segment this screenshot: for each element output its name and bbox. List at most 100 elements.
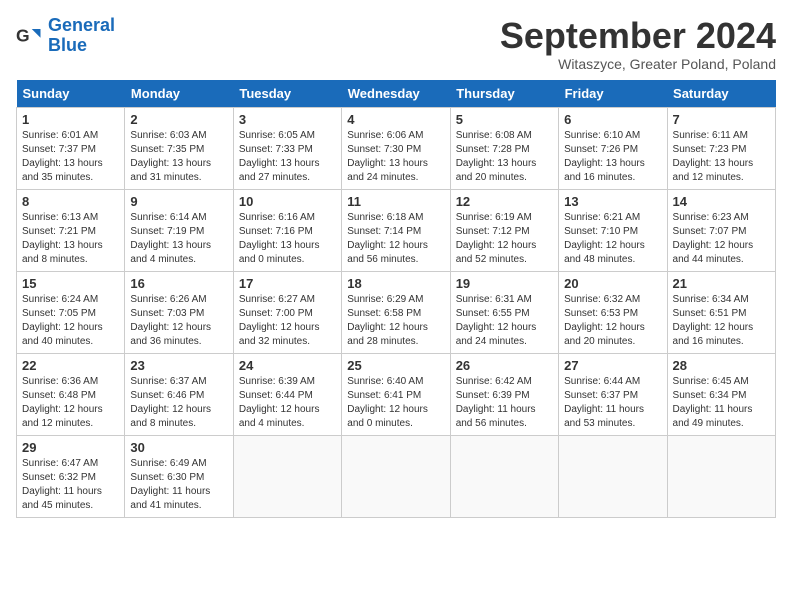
day-info: Sunrise: 6:16 AM Sunset: 7:16 PM Dayligh…: [239, 211, 336, 267]
col-tuesday: Tuesday: [233, 80, 341, 108]
day-info: Sunrise: 6:06 AM Sunset: 7:30 PM Dayligh…: [347, 129, 444, 185]
day-info: Sunrise: 6:23 AM Sunset: 7:07 PM Dayligh…: [673, 211, 770, 267]
day-info: Sunrise: 6:13 AM Sunset: 7:21 PM Dayligh…: [22, 211, 119, 267]
day-number: 13: [564, 194, 661, 209]
logo-icon: G: [16, 22, 44, 50]
day-cell: 9 Sunrise: 6:14 AM Sunset: 7:19 PM Daylig…: [125, 189, 233, 271]
title-block: September 2024 Witaszyce, Greater Poland…: [500, 16, 776, 72]
day-cell: 19Sunrise: 6:31 AM Sunset: 6:55 PM Dayli…: [450, 271, 558, 353]
day-number: 6: [564, 112, 661, 127]
day-info: Sunrise: 6:11 AM Sunset: 7:23 PM Dayligh…: [673, 129, 770, 185]
day-cell: 8 Sunrise: 6:13 AM Sunset: 7:21 PM Daylig…: [17, 189, 125, 271]
day-info: Sunrise: 6:21 AM Sunset: 7:10 PM Dayligh…: [564, 211, 661, 267]
day-number: 21: [673, 276, 770, 291]
day-info: Sunrise: 6:19 AM Sunset: 7:12 PM Dayligh…: [456, 211, 553, 267]
day-number: 14: [673, 194, 770, 209]
week-row-5: 29Sunrise: 6:47 AM Sunset: 6:32 PM Dayli…: [17, 435, 776, 517]
day-number: 4: [347, 112, 444, 127]
day-cell: 21 Sunrise: 6:34 AM Sunset: 6:51 PM Dayli…: [667, 271, 775, 353]
day-number: 11: [347, 194, 444, 209]
day-number: 16: [130, 276, 227, 291]
day-cell: 7 Sunrise: 6:11 AM Sunset: 7:23 PM Daylig…: [667, 107, 775, 189]
day-cell: 11 Sunrise: 6:18 AM Sunset: 7:14 PM Dayli…: [342, 189, 450, 271]
day-cell: [342, 435, 450, 517]
day-number: 9: [130, 194, 227, 209]
day-info: Sunrise: 6:14 AM Sunset: 7:19 PM Dayligh…: [130, 211, 227, 267]
day-number: 1: [22, 112, 119, 127]
day-cell: [559, 435, 667, 517]
day-info: Sunrise: 6:42 AM Sunset: 6:39 PM Dayligh…: [456, 375, 553, 431]
col-thursday: Thursday: [450, 80, 558, 108]
day-info: Sunrise: 6:34 AM Sunset: 6:51 PM Dayligh…: [673, 293, 770, 349]
day-number: 2: [130, 112, 227, 127]
day-number: 10: [239, 194, 336, 209]
day-info: Sunrise: 6:49 AM Sunset: 6:30 PM Dayligh…: [130, 457, 227, 513]
day-number: 25: [347, 358, 444, 373]
day-number: 5: [456, 112, 553, 127]
day-cell: [667, 435, 775, 517]
day-cell: 1 Sunrise: 6:01 AM Sunset: 7:37 PM Daylig…: [17, 107, 125, 189]
day-cell: 6 Sunrise: 6:10 AM Sunset: 7:26 PM Daylig…: [559, 107, 667, 189]
day-number: 15: [22, 276, 119, 291]
day-info: Sunrise: 6:27 AM Sunset: 7:00 PM Dayligh…: [239, 293, 336, 349]
day-cell: 25 Sunrise: 6:40 AM Sunset: 6:41 PM Dayli…: [342, 353, 450, 435]
day-info: Sunrise: 6:37 AM Sunset: 6:46 PM Dayligh…: [130, 375, 227, 431]
day-cell: 30 Sunrise: 6:49 AM Sunset: 6:30 PM Dayli…: [125, 435, 233, 517]
day-info: Sunrise: 6:45 AM Sunset: 6:34 PM Dayligh…: [673, 375, 770, 431]
day-info: Sunrise: 6:18 AM Sunset: 7:14 PM Dayligh…: [347, 211, 444, 267]
day-cell: 5Sunrise: 6:08 AM Sunset: 7:28 PM Daylig…: [450, 107, 558, 189]
day-info: Sunrise: 6:44 AM Sunset: 6:37 PM Dayligh…: [564, 375, 661, 431]
day-cell: 22 Sunrise: 6:36 AM Sunset: 6:48 PM Dayli…: [17, 353, 125, 435]
day-cell: 3Sunrise: 6:05 AM Sunset: 7:33 PM Daylig…: [233, 107, 341, 189]
day-cell: 15 Sunrise: 6:24 AM Sunset: 7:05 PM Dayli…: [17, 271, 125, 353]
day-info: Sunrise: 6:36 AM Sunset: 6:48 PM Dayligh…: [22, 375, 119, 431]
day-number: 22: [22, 358, 119, 373]
day-cell: 23 Sunrise: 6:37 AM Sunset: 6:46 PM Dayli…: [125, 353, 233, 435]
week-row-3: 15 Sunrise: 6:24 AM Sunset: 7:05 PM Dayli…: [17, 271, 776, 353]
header-row: Sunday Monday Tuesday Wednesday Thursday…: [17, 80, 776, 108]
logo-text: General Blue: [48, 16, 115, 56]
day-number: 17: [239, 276, 336, 291]
day-cell: 10 Sunrise: 6:16 AM Sunset: 7:16 PM Dayli…: [233, 189, 341, 271]
day-cell: 12Sunrise: 6:19 AM Sunset: 7:12 PM Dayli…: [450, 189, 558, 271]
day-info: Sunrise: 6:26 AM Sunset: 7:03 PM Dayligh…: [130, 293, 227, 349]
day-number: 7: [673, 112, 770, 127]
col-friday: Friday: [559, 80, 667, 108]
day-number: 30: [130, 440, 227, 455]
day-number: 26: [456, 358, 553, 373]
day-cell: [450, 435, 558, 517]
day-info: Sunrise: 6:01 AM Sunset: 7:37 PM Dayligh…: [22, 129, 119, 185]
logo: G General Blue: [16, 16, 115, 56]
day-cell: 16 Sunrise: 6:26 AM Sunset: 7:03 PM Dayli…: [125, 271, 233, 353]
day-cell: 2Sunrise: 6:03 AM Sunset: 7:35 PM Daylig…: [125, 107, 233, 189]
day-number: 23: [130, 358, 227, 373]
day-info: Sunrise: 6:10 AM Sunset: 7:26 PM Dayligh…: [564, 129, 661, 185]
location: Witaszyce, Greater Poland, Poland: [500, 56, 776, 72]
day-info: Sunrise: 6:40 AM Sunset: 6:41 PM Dayligh…: [347, 375, 444, 431]
day-number: 27: [564, 358, 661, 373]
day-cell: 18Sunrise: 6:29 AM Sunset: 6:58 PM Dayli…: [342, 271, 450, 353]
col-monday: Monday: [125, 80, 233, 108]
day-cell: 14 Sunrise: 6:23 AM Sunset: 7:07 PM Dayli…: [667, 189, 775, 271]
day-cell: 17 Sunrise: 6:27 AM Sunset: 7:00 PM Dayli…: [233, 271, 341, 353]
col-saturday: Saturday: [667, 80, 775, 108]
day-number: 20: [564, 276, 661, 291]
week-row-2: 8 Sunrise: 6:13 AM Sunset: 7:21 PM Daylig…: [17, 189, 776, 271]
svg-text:G: G: [16, 25, 30, 45]
day-info: Sunrise: 6:24 AM Sunset: 7:05 PM Dayligh…: [22, 293, 119, 349]
day-number: 8: [22, 194, 119, 209]
day-number: 3: [239, 112, 336, 127]
day-info: Sunrise: 6:47 AM Sunset: 6:32 PM Dayligh…: [22, 457, 119, 513]
day-cell: 4 Sunrise: 6:06 AM Sunset: 7:30 PM Daylig…: [342, 107, 450, 189]
col-sunday: Sunday: [17, 80, 125, 108]
day-info: Sunrise: 6:39 AM Sunset: 6:44 PM Dayligh…: [239, 375, 336, 431]
day-number: 18: [347, 276, 444, 291]
col-wednesday: Wednesday: [342, 80, 450, 108]
logo-line1: General: [48, 15, 115, 35]
day-cell: 20Sunrise: 6:32 AM Sunset: 6:53 PM Dayli…: [559, 271, 667, 353]
day-number: 19: [456, 276, 553, 291]
logo-line2: Blue: [48, 35, 87, 55]
week-row-4: 22 Sunrise: 6:36 AM Sunset: 6:48 PM Dayli…: [17, 353, 776, 435]
day-cell: 26 Sunrise: 6:42 AM Sunset: 6:39 PM Dayli…: [450, 353, 558, 435]
day-cell: 29Sunrise: 6:47 AM Sunset: 6:32 PM Dayli…: [17, 435, 125, 517]
